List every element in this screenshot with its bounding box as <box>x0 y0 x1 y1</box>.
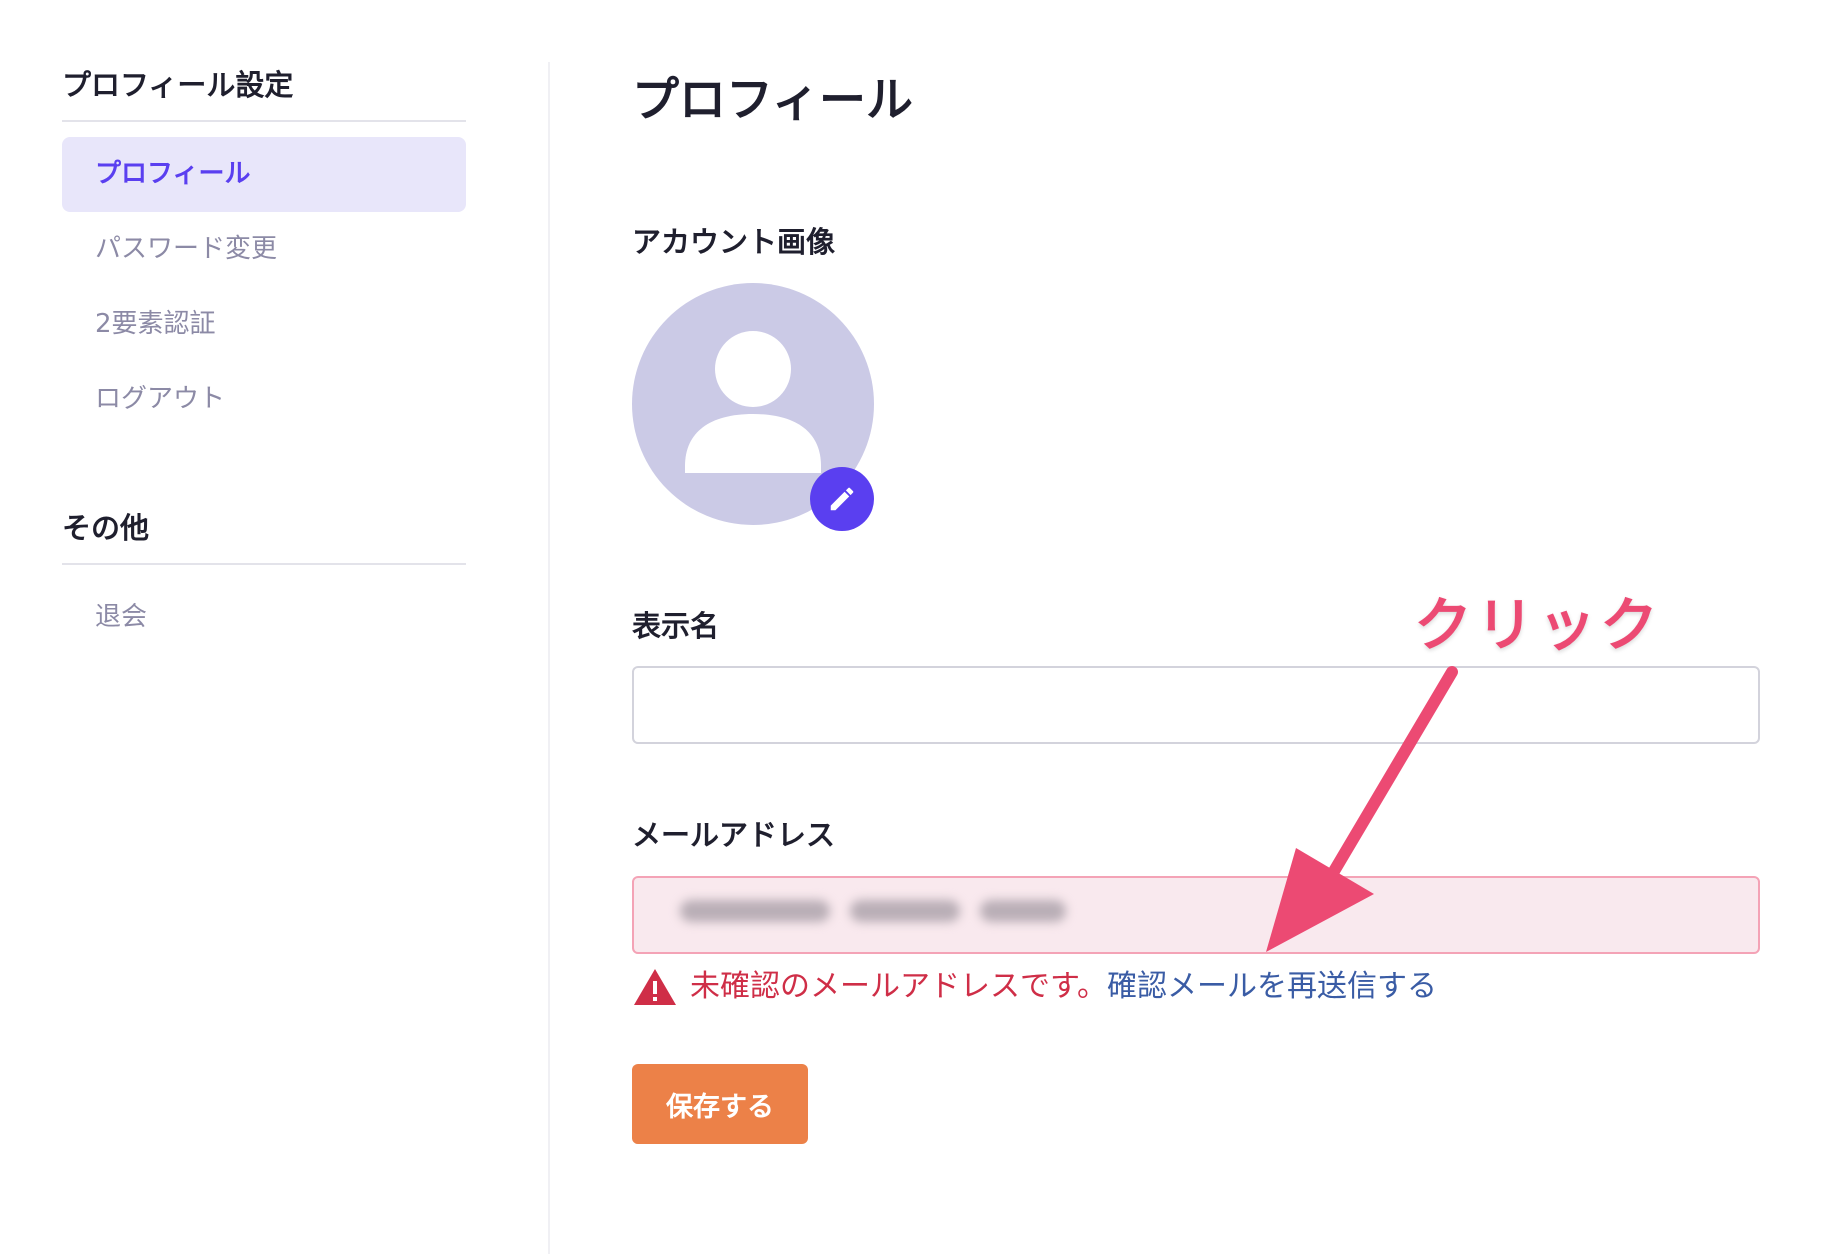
sidebar-nav: プロフィール パスワード変更 2要素認証 ログアウト <box>62 137 466 437</box>
edit-avatar-button[interactable] <box>810 467 874 531</box>
display-name-label: 表示名 <box>632 609 720 643</box>
warning-text: 未確認のメールアドレスです。 <box>690 969 1107 1004</box>
sidebar-section-title-profile-settings: プロフィール設定 <box>62 60 466 122</box>
sidebar-other-nav: 退会 <box>62 580 466 655</box>
page-title: プロフィール <box>632 73 914 128</box>
avatar-label: アカウント画像 <box>632 225 836 259</box>
sidebar-section-title-other: その他 <box>62 503 466 565</box>
sidebar-item-withdraw[interactable]: 退会 <box>62 580 466 655</box>
sidebar-item-change-password[interactable]: パスワード変更 <box>62 212 466 287</box>
sidebar-section-other: その他 退会 <box>62 503 466 655</box>
sidebar-item-profile[interactable]: プロフィール <box>62 137 466 212</box>
display-name-input[interactable] <box>632 666 1760 744</box>
sidebar-item-logout[interactable]: ログアウト <box>62 362 466 437</box>
warning-triangle-icon <box>634 969 676 1005</box>
save-button[interactable]: 保存する <box>632 1064 808 1144</box>
avatar-container <box>632 283 874 531</box>
sidebar: プロフィール設定 プロフィール パスワード変更 2要素認証 ログアウト その他 … <box>62 60 466 655</box>
main-content: プロフィール アカウント画像 表示名 メールアドレス 未確認のメールアドレスです… <box>632 60 1762 1144</box>
email-label: メールアドレス <box>632 818 836 852</box>
email-value-blurred <box>680 900 1066 922</box>
annotation-click-label: クリック <box>1414 591 1663 659</box>
vertical-divider <box>548 62 550 1254</box>
pencil-icon <box>830 487 854 511</box>
sidebar-item-two-factor-auth[interactable]: 2要素認証 <box>62 287 466 362</box>
annotation-arrow-icon <box>1266 666 1458 952</box>
